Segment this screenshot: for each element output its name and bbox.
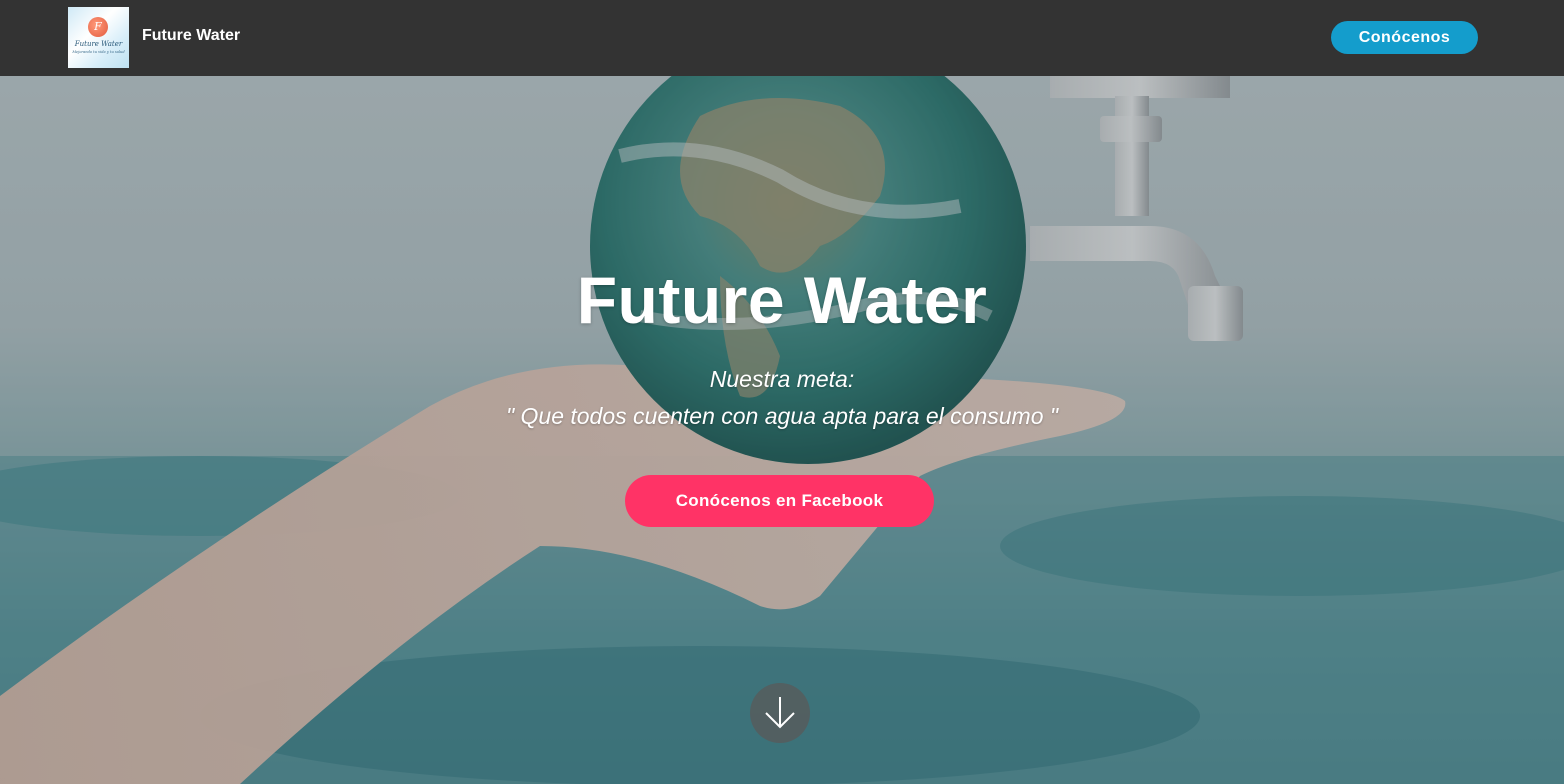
hero-subtitle-goal: Nuestra meta: <box>709 366 855 392</box>
logo[interactable]: F Future Water Mejorando tu vida y tu sa… <box>68 7 129 68</box>
logo-letter: F <box>88 17 108 37</box>
brand-name[interactable]: Future Water <box>142 27 240 45</box>
top-navbar: F Future Water Mejorando tu vida y tu sa… <box>0 0 1564 76</box>
logo-name: Future Water <box>74 40 123 48</box>
logo-slogan: Mejorando tu vida y tu salud <box>72 50 125 54</box>
hero-overlay <box>0 76 1564 784</box>
facebook-button[interactable]: Conócenos en Facebook <box>625 475 934 527</box>
scroll-down-button[interactable] <box>750 683 810 743</box>
hero-section: Future Water Nuestra meta: " Que todos c… <box>0 76 1564 784</box>
hero-title: Future Water <box>576 263 988 337</box>
conocenos-button[interactable]: Conócenos <box>1331 21 1478 54</box>
hero-subtitle-quote: " Que todos cuenten con agua apta para e… <box>505 403 1059 429</box>
arrow-down-icon <box>765 697 795 729</box>
